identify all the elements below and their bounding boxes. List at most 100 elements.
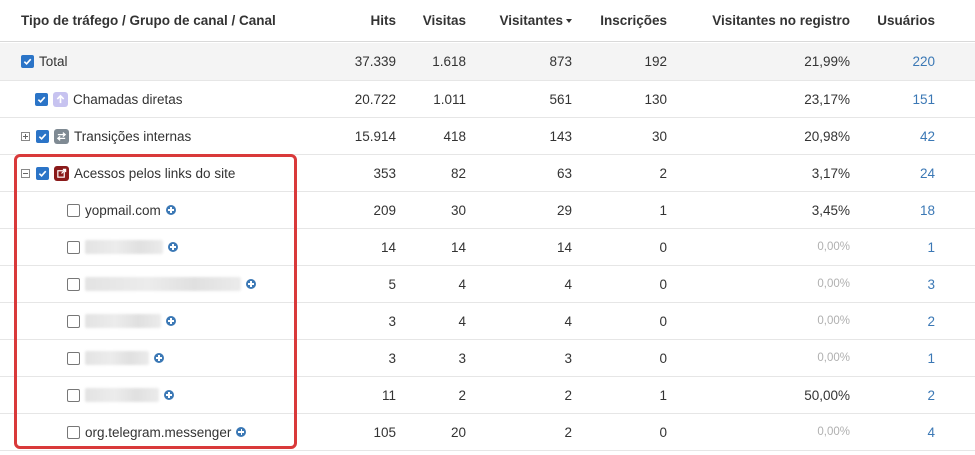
collapse-icon[interactable] xyxy=(21,168,30,178)
cell-inscricoes: 192 xyxy=(644,54,667,69)
cell-hits: 37.339 xyxy=(354,54,396,69)
cell-visitantes: 143 xyxy=(549,128,572,144)
add-circle-icon[interactable] xyxy=(165,205,176,215)
cell-registro: 0,00% xyxy=(817,352,850,364)
table-row: yopmail.com 209 30 29 1 3,45% 18 xyxy=(0,192,975,229)
cell-registro: 0,00% xyxy=(817,278,850,290)
header-registro[interactable]: Visitantes no registro xyxy=(680,13,850,28)
header-visitantes[interactable]: Visitantes xyxy=(480,13,572,28)
cell-visitantes: 14 xyxy=(556,239,572,255)
row-name-cell xyxy=(67,377,174,413)
row-name-cell xyxy=(67,266,256,302)
cell-inscricoes: 0 xyxy=(659,239,667,255)
cell-visitas: 4 xyxy=(458,276,466,292)
cell-hits: 20.722 xyxy=(354,91,396,107)
row-label: org.telegram.messenger xyxy=(85,424,232,440)
cell-usuarios-link[interactable]: 1 xyxy=(860,229,935,265)
cell-registro: 3,17% xyxy=(811,165,850,181)
add-circle-icon[interactable] xyxy=(236,427,247,437)
cell-usuarios-link[interactable]: 4 xyxy=(860,414,935,450)
checkbox-unchecked[interactable] xyxy=(67,351,80,365)
checkbox-unchecked[interactable] xyxy=(67,240,80,254)
redacted-label xyxy=(85,388,159,402)
table-row: 14 14 14 0 0,00% 1 xyxy=(0,229,975,266)
header-usuarios[interactable]: Usuários xyxy=(860,13,935,28)
table-row: 5 4 4 0 0,00% 3 xyxy=(0,266,975,303)
sort-desc-icon xyxy=(566,19,572,23)
swap-arrows-icon xyxy=(54,128,69,144)
add-circle-icon[interactable] xyxy=(166,316,176,326)
cell-visitas: 418 xyxy=(443,128,466,144)
row-name-cell xyxy=(67,229,178,265)
cell-hits: 11 xyxy=(381,387,396,403)
header-visitas[interactable]: Visitas xyxy=(400,13,466,28)
header-name[interactable]: Tipo de tráfego / Grupo de canal / Canal xyxy=(21,13,276,28)
row-name-cell: Acessos pelos links do site xyxy=(21,155,235,191)
cell-visitantes: 4 xyxy=(564,313,572,329)
cell-visitas: 2 xyxy=(458,387,466,403)
cell-registro: 21,99% xyxy=(804,54,850,69)
cell-visitas: 14 xyxy=(450,239,466,255)
cell-usuarios-link[interactable]: 151 xyxy=(860,81,935,117)
cell-inscricoes: 0 xyxy=(659,276,667,292)
cell-usuarios-link[interactable]: 18 xyxy=(860,192,935,228)
cell-registro: 0,00% xyxy=(817,426,850,438)
cell-visitas: 20 xyxy=(450,424,466,440)
table-row-total: Total 37.339 1.618 873 192 21,99% 220 xyxy=(0,43,975,81)
expand-icon[interactable] xyxy=(21,131,30,141)
arrow-up-icon xyxy=(53,91,68,107)
redacted-label xyxy=(85,314,161,328)
cell-visitantes: 4 xyxy=(564,276,572,292)
cell-registro: 23,17% xyxy=(804,91,850,107)
cell-visitantes: 2 xyxy=(564,387,572,403)
cell-usuarios-link[interactable]: 220 xyxy=(860,43,935,80)
row-label: Total xyxy=(39,54,68,69)
row-label: Chamadas diretas xyxy=(73,91,183,107)
checkbox-unchecked[interactable] xyxy=(67,388,80,402)
cell-visitas: 1.618 xyxy=(432,54,466,69)
row-name-cell: Transições internas xyxy=(21,118,191,154)
add-circle-icon[interactable] xyxy=(246,279,256,289)
table-row: Acessos pelos links do site 353 82 63 2 … xyxy=(0,155,975,192)
cell-visitas: 3 xyxy=(458,350,466,366)
header-visitantes-label: Visitantes xyxy=(499,13,563,28)
cell-registro: 0,00% xyxy=(817,315,850,327)
cell-visitantes: 29 xyxy=(556,202,572,218)
checkbox-unchecked[interactable] xyxy=(67,203,80,217)
row-name-cell: yopmail.com xyxy=(67,192,176,228)
table-row: 3 3 3 0 0,00% 1 xyxy=(0,340,975,377)
cell-inscricoes: 2 xyxy=(659,165,667,181)
redacted-label xyxy=(85,240,163,254)
add-circle-icon[interactable] xyxy=(168,242,178,252)
cell-hits: 14 xyxy=(380,239,396,255)
row-name-cell: Chamadas diretas xyxy=(35,81,183,117)
cell-usuarios-link[interactable]: 24 xyxy=(860,155,935,191)
cell-inscricoes: 0 xyxy=(659,424,667,440)
checkbox-checked[interactable] xyxy=(35,92,48,106)
cell-inscricoes: 1 xyxy=(659,202,667,218)
redacted-label xyxy=(85,277,241,291)
checkbox-unchecked[interactable] xyxy=(67,314,80,328)
checkbox-checked[interactable] xyxy=(36,166,49,180)
cell-visitantes: 2 xyxy=(564,424,572,440)
cell-usuarios-link[interactable]: 42 xyxy=(860,118,935,154)
cell-visitas: 4 xyxy=(458,313,466,329)
checkbox-checked[interactable] xyxy=(21,55,34,68)
checkbox-checked[interactable] xyxy=(36,129,49,143)
cell-usuarios-link[interactable]: 3 xyxy=(860,266,935,302)
cell-usuarios-link[interactable]: 1 xyxy=(860,340,935,376)
header-inscricoes[interactable]: Inscrições xyxy=(580,13,667,28)
table-row: 11 2 2 1 50,00% 2 xyxy=(0,377,975,414)
cell-usuarios-link[interactable]: 2 xyxy=(860,377,935,413)
add-circle-icon[interactable] xyxy=(154,353,164,363)
checkbox-unchecked[interactable] xyxy=(67,277,80,291)
cell-usuarios-link[interactable]: 2 xyxy=(860,303,935,339)
cell-inscricoes: 1 xyxy=(659,387,667,403)
row-name-cell xyxy=(67,303,176,339)
add-circle-icon[interactable] xyxy=(164,390,174,400)
cell-registro: 20,98% xyxy=(804,128,850,144)
cell-inscricoes: 0 xyxy=(659,350,667,366)
checkbox-unchecked[interactable] xyxy=(67,425,80,439)
cell-visitas: 82 xyxy=(450,165,466,181)
header-hits[interactable]: Hits xyxy=(300,13,396,28)
